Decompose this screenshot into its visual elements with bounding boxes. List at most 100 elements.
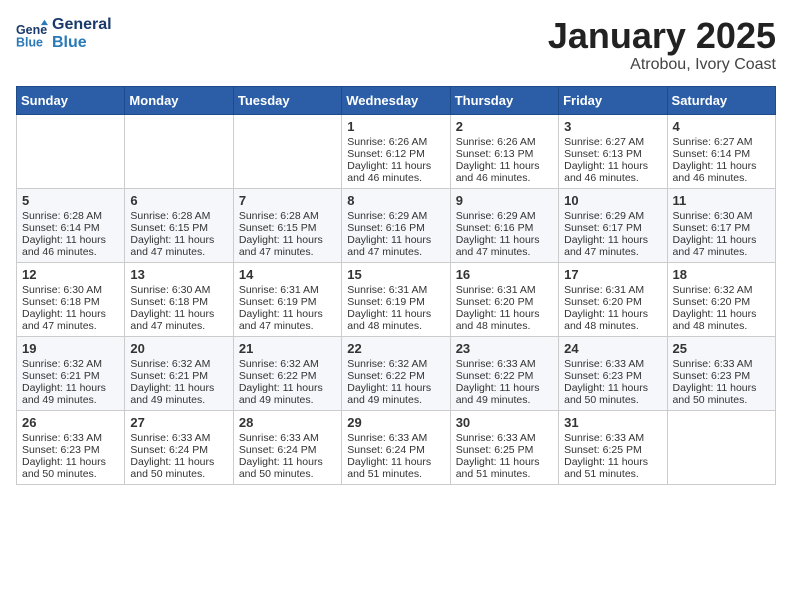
calendar-cell: 3 Sunrise: 6:27 AM Sunset: 6:13 PM Dayli… bbox=[559, 114, 667, 188]
sunrise-text: Sunrise: 6:33 AM bbox=[456, 432, 536, 444]
calendar-cell: 4 Sunrise: 6:27 AM Sunset: 6:14 PM Dayli… bbox=[667, 114, 775, 188]
calendar-cell: 23 Sunrise: 6:33 AM Sunset: 6:22 PM Dayl… bbox=[450, 336, 558, 410]
calendar-cell bbox=[17, 114, 125, 188]
calendar-cell: 12 Sunrise: 6:30 AM Sunset: 6:18 PM Dayl… bbox=[17, 262, 125, 336]
calendar-cell: 2 Sunrise: 6:26 AM Sunset: 6:13 PM Dayli… bbox=[450, 114, 558, 188]
calendar-cell: 25 Sunrise: 6:33 AM Sunset: 6:23 PM Dayl… bbox=[667, 336, 775, 410]
calendar-week-row: 26 Sunrise: 6:33 AM Sunset: 6:23 PM Dayl… bbox=[17, 410, 776, 484]
sunrise-text: Sunrise: 6:32 AM bbox=[347, 358, 427, 370]
sunset-text: Sunset: 6:19 PM bbox=[239, 296, 317, 308]
sunset-text: Sunset: 6:23 PM bbox=[673, 370, 751, 382]
calendar-cell: 7 Sunrise: 6:28 AM Sunset: 6:15 PM Dayli… bbox=[233, 188, 341, 262]
calendar-cell: 26 Sunrise: 6:33 AM Sunset: 6:23 PM Dayl… bbox=[17, 410, 125, 484]
sunrise-text: Sunrise: 6:33 AM bbox=[564, 432, 644, 444]
sunrise-text: Sunrise: 6:30 AM bbox=[22, 284, 102, 296]
sunset-text: Sunset: 6:22 PM bbox=[456, 370, 534, 382]
calendar-cell bbox=[125, 114, 233, 188]
calendar-cell: 21 Sunrise: 6:32 AM Sunset: 6:22 PM Dayl… bbox=[233, 336, 341, 410]
calendar-week-row: 5 Sunrise: 6:28 AM Sunset: 6:14 PM Dayli… bbox=[17, 188, 776, 262]
sunset-text: Sunset: 6:15 PM bbox=[130, 222, 208, 234]
calendar-cell: 9 Sunrise: 6:29 AM Sunset: 6:16 PM Dayli… bbox=[450, 188, 558, 262]
sunrise-text: Sunrise: 6:33 AM bbox=[564, 358, 644, 370]
sunrise-text: Sunrise: 6:30 AM bbox=[673, 210, 753, 222]
sunset-text: Sunset: 6:24 PM bbox=[130, 444, 208, 456]
sunset-text: Sunset: 6:20 PM bbox=[673, 296, 751, 308]
sunrise-text: Sunrise: 6:33 AM bbox=[130, 432, 210, 444]
daylight-text: Daylight: 11 hours and 47 minutes. bbox=[239, 234, 323, 258]
day-number: 27 bbox=[130, 415, 227, 430]
day-number: 17 bbox=[564, 267, 661, 282]
sunset-text: Sunset: 6:19 PM bbox=[347, 296, 425, 308]
day-number: 2 bbox=[456, 119, 553, 134]
daylight-text: Daylight: 11 hours and 47 minutes. bbox=[564, 234, 648, 258]
calendar-cell bbox=[667, 410, 775, 484]
sunrise-text: Sunrise: 6:26 AM bbox=[456, 136, 536, 148]
day-number: 8 bbox=[347, 193, 444, 208]
day-number: 15 bbox=[347, 267, 444, 282]
logo-text-general: General bbox=[52, 16, 112, 34]
daylight-text: Daylight: 11 hours and 47 minutes. bbox=[673, 234, 757, 258]
daylight-text: Daylight: 11 hours and 49 minutes. bbox=[456, 382, 540, 406]
sunrise-text: Sunrise: 6:26 AM bbox=[347, 136, 427, 148]
sunrise-text: Sunrise: 6:33 AM bbox=[347, 432, 427, 444]
daylight-text: Daylight: 11 hours and 50 minutes. bbox=[239, 456, 323, 480]
calendar-table: SundayMondayTuesdayWednesdayThursdayFrid… bbox=[16, 86, 776, 485]
weekday-header: Saturday bbox=[667, 86, 775, 114]
day-number: 20 bbox=[130, 341, 227, 356]
sunset-text: Sunset: 6:17 PM bbox=[673, 222, 751, 234]
daylight-text: Daylight: 11 hours and 47 minutes. bbox=[130, 308, 214, 332]
sunset-text: Sunset: 6:20 PM bbox=[564, 296, 642, 308]
day-number: 28 bbox=[239, 415, 336, 430]
calendar-cell: 18 Sunrise: 6:32 AM Sunset: 6:20 PM Dayl… bbox=[667, 262, 775, 336]
daylight-text: Daylight: 11 hours and 49 minutes. bbox=[22, 382, 106, 406]
calendar-header-row: SundayMondayTuesdayWednesdayThursdayFrid… bbox=[17, 86, 776, 114]
day-number: 24 bbox=[564, 341, 661, 356]
daylight-text: Daylight: 11 hours and 46 minutes. bbox=[564, 160, 648, 184]
day-number: 30 bbox=[456, 415, 553, 430]
sunrise-text: Sunrise: 6:27 AM bbox=[673, 136, 753, 148]
sunset-text: Sunset: 6:22 PM bbox=[239, 370, 317, 382]
weekday-header: Monday bbox=[125, 86, 233, 114]
day-number: 5 bbox=[22, 193, 119, 208]
sunrise-text: Sunrise: 6:33 AM bbox=[673, 358, 753, 370]
sunset-text: Sunset: 6:18 PM bbox=[130, 296, 208, 308]
day-number: 6 bbox=[130, 193, 227, 208]
sunrise-text: Sunrise: 6:29 AM bbox=[347, 210, 427, 222]
sunrise-text: Sunrise: 6:32 AM bbox=[130, 358, 210, 370]
sunrise-text: Sunrise: 6:30 AM bbox=[130, 284, 210, 296]
daylight-text: Daylight: 11 hours and 49 minutes. bbox=[239, 382, 323, 406]
calendar-cell: 1 Sunrise: 6:26 AM Sunset: 6:12 PM Dayli… bbox=[342, 114, 450, 188]
calendar-cell: 29 Sunrise: 6:33 AM Sunset: 6:24 PM Dayl… bbox=[342, 410, 450, 484]
svg-text:Blue: Blue bbox=[16, 35, 43, 49]
calendar-cell: 28 Sunrise: 6:33 AM Sunset: 6:24 PM Dayl… bbox=[233, 410, 341, 484]
calendar-cell: 16 Sunrise: 6:31 AM Sunset: 6:20 PM Dayl… bbox=[450, 262, 558, 336]
daylight-text: Daylight: 11 hours and 48 minutes. bbox=[564, 308, 648, 332]
sunrise-text: Sunrise: 6:28 AM bbox=[239, 210, 319, 222]
sunset-text: Sunset: 6:23 PM bbox=[22, 444, 100, 456]
calendar-cell: 10 Sunrise: 6:29 AM Sunset: 6:17 PM Dayl… bbox=[559, 188, 667, 262]
sunset-text: Sunset: 6:14 PM bbox=[22, 222, 100, 234]
calendar-week-row: 1 Sunrise: 6:26 AM Sunset: 6:12 PM Dayli… bbox=[17, 114, 776, 188]
location-title: Atrobou, Ivory Coast bbox=[548, 56, 776, 74]
calendar-cell: 19 Sunrise: 6:32 AM Sunset: 6:21 PM Dayl… bbox=[17, 336, 125, 410]
day-number: 25 bbox=[673, 341, 770, 356]
sunset-text: Sunset: 6:25 PM bbox=[456, 444, 534, 456]
daylight-text: Daylight: 11 hours and 50 minutes. bbox=[673, 382, 757, 406]
day-number: 29 bbox=[347, 415, 444, 430]
day-number: 12 bbox=[22, 267, 119, 282]
month-title: January 2025 bbox=[548, 16, 776, 56]
calendar-cell: 13 Sunrise: 6:30 AM Sunset: 6:18 PM Dayl… bbox=[125, 262, 233, 336]
day-number: 4 bbox=[673, 119, 770, 134]
day-number: 22 bbox=[347, 341, 444, 356]
sunrise-text: Sunrise: 6:32 AM bbox=[22, 358, 102, 370]
page-header: General Blue General Blue January 2025 A… bbox=[16, 16, 776, 74]
daylight-text: Daylight: 11 hours and 47 minutes. bbox=[456, 234, 540, 258]
day-number: 16 bbox=[456, 267, 553, 282]
logo-text-blue: Blue bbox=[52, 34, 112, 52]
daylight-text: Daylight: 11 hours and 49 minutes. bbox=[130, 382, 214, 406]
calendar-cell: 17 Sunrise: 6:31 AM Sunset: 6:20 PM Dayl… bbox=[559, 262, 667, 336]
calendar-cell: 31 Sunrise: 6:33 AM Sunset: 6:25 PM Dayl… bbox=[559, 410, 667, 484]
sunset-text: Sunset: 6:20 PM bbox=[456, 296, 534, 308]
calendar-cell: 6 Sunrise: 6:28 AM Sunset: 6:15 PM Dayli… bbox=[125, 188, 233, 262]
daylight-text: Daylight: 11 hours and 50 minutes. bbox=[22, 456, 106, 480]
